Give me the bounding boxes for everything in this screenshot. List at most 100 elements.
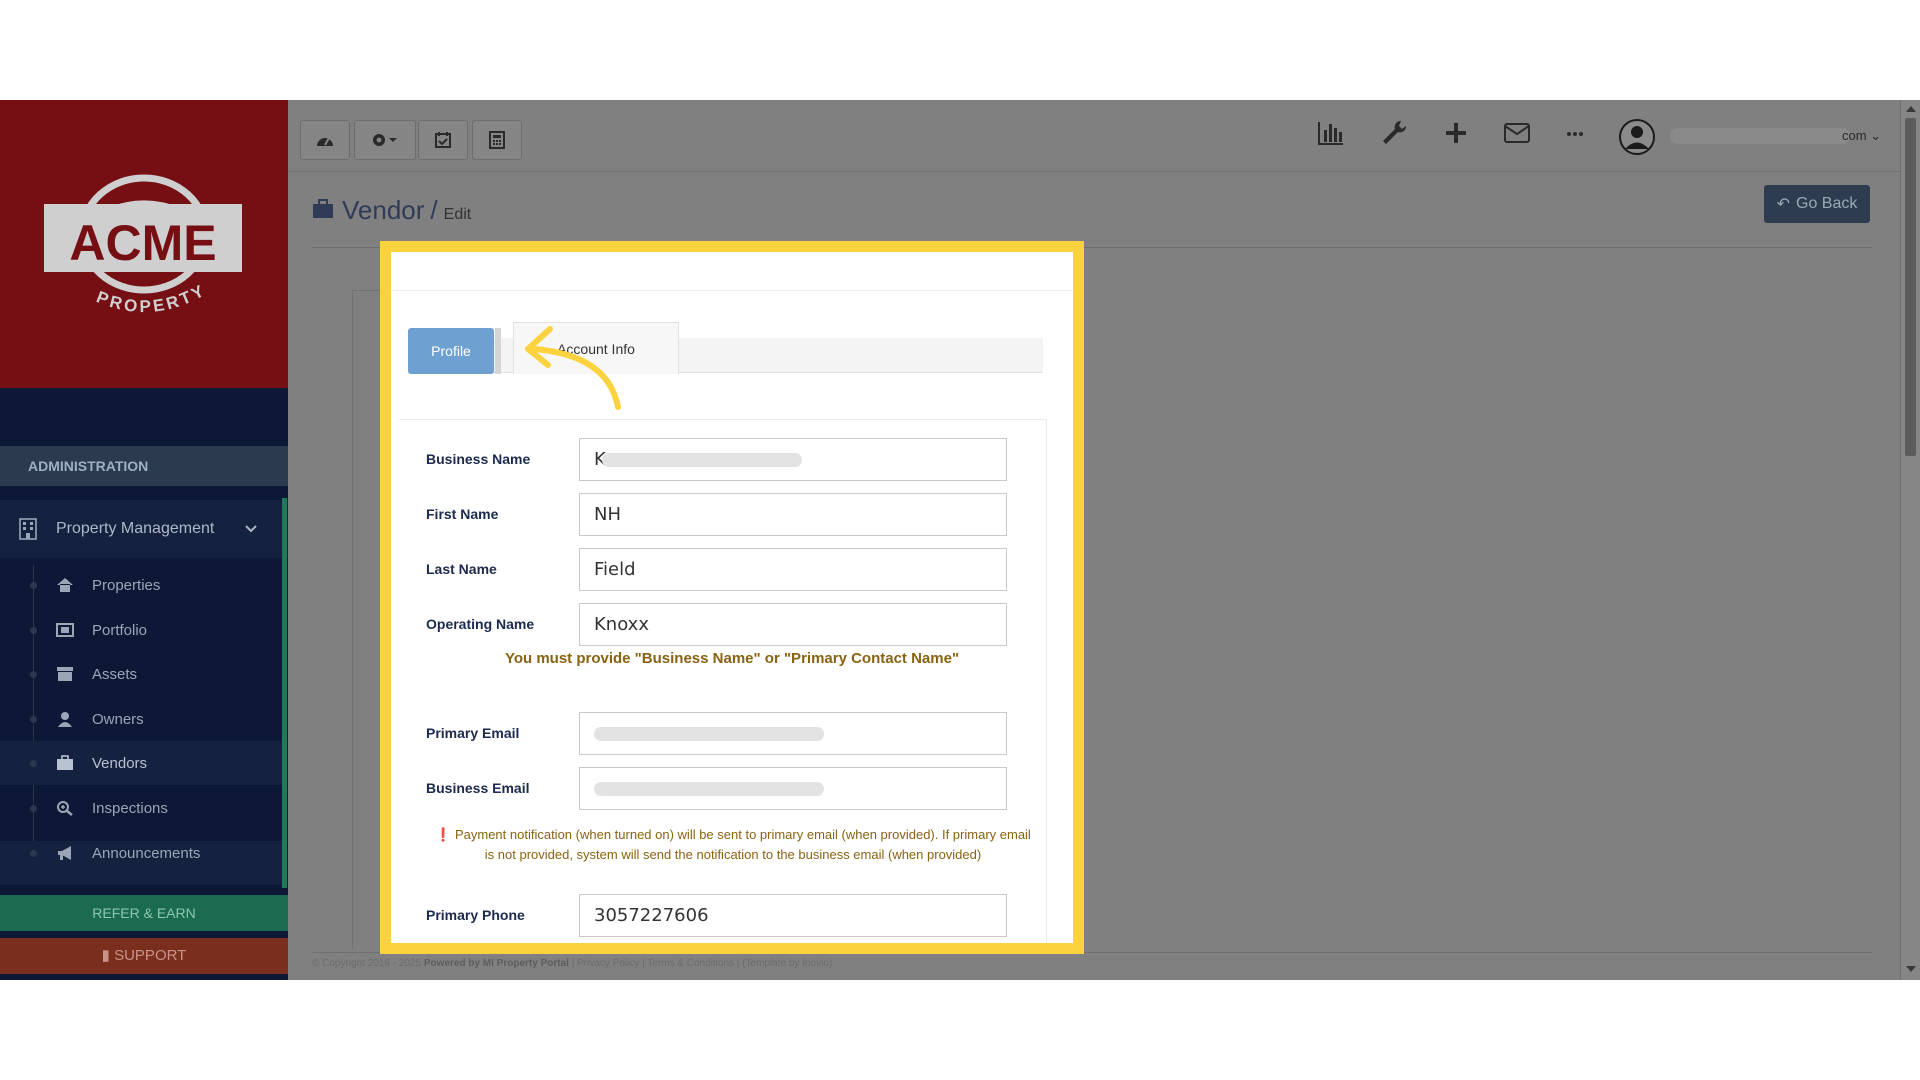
- footer-tail: (Template by Inovio): [742, 958, 833, 969]
- sidebar-item-label: Inspections: [92, 799, 168, 817]
- last-name-input[interactable]: Field: [579, 548, 1007, 591]
- scroll-up-arrow[interactable]: [1906, 106, 1916, 112]
- avatar[interactable]: [1618, 118, 1656, 156]
- required-note: You must provide "Business Name" or "Pri…: [504, 650, 960, 667]
- briefcase-icon: [57, 755, 73, 770]
- sidebar-item-label: Assets: [92, 665, 138, 683]
- reply-icon: ↶: [1776, 196, 1791, 213]
- sidebar-group-property-management[interactable]: Property Management: [0, 500, 288, 558]
- sidebar-item-label: Vendors: [92, 754, 148, 772]
- last-name-label: Last Name: [426, 561, 497, 577]
- support-label: SUPPORT: [114, 947, 187, 964]
- user-name-redacted[interactable]: [1670, 128, 1850, 144]
- app-frame: ACME PROPERTY ADMINISTRATION Property Ma…: [0, 100, 1920, 980]
- primary-email-input[interactable]: [579, 712, 1007, 755]
- business-email-label: Business Email: [426, 780, 530, 796]
- nav-dot: [30, 804, 37, 812]
- building-icon: [19, 518, 37, 540]
- sidebar-item-properties[interactable]: Properties: [0, 563, 282, 607]
- highlight-frame: Profile Account Info Business Name K Fir…: [380, 241, 1084, 954]
- calendar-check-icon: [435, 132, 451, 148]
- settings-dropdown-button[interactable]: [354, 120, 416, 160]
- nav-dot: [30, 670, 37, 678]
- scroll-thumb[interactable]: [1905, 118, 1916, 456]
- sidebar: ACME PROPERTY ADMINISTRATION Property Ma…: [0, 100, 288, 980]
- page-title: Vendor / Edit: [312, 195, 471, 226]
- sidebar-item-portfolio[interactable]: Portfolio: [0, 608, 282, 652]
- chevron-down-icon[interactable]: [244, 522, 258, 536]
- primary-phone-input[interactable]: 3057227606: [579, 894, 1007, 937]
- redacted-value: [594, 727, 824, 741]
- home-icon: [57, 578, 73, 592]
- go-back-label: Go Back: [1796, 195, 1858, 212]
- wrench-icon[interactable]: [1379, 118, 1409, 148]
- primary-phone-label: Primary Phone: [426, 907, 525, 923]
- scroll-down-arrow[interactable]: [1906, 966, 1916, 972]
- top-toolbar: com ⌄: [288, 100, 1920, 172]
- operating-name-input[interactable]: Knoxx: [579, 603, 1007, 646]
- logo-text: ACME: [69, 215, 216, 271]
- ellipsis-icon[interactable]: [1560, 118, 1590, 148]
- vendor-form-card: Profile Account Info Business Name K Fir…: [391, 252, 1073, 943]
- business-name-input[interactable]: K: [579, 438, 1007, 481]
- go-back-button[interactable]: ↶ Go Back: [1764, 185, 1870, 223]
- redacted-value: [594, 782, 824, 796]
- gear-icon: [373, 134, 397, 146]
- calculator-icon: [489, 131, 505, 149]
- footer-powered[interactable]: Powered by MI Property Portal: [424, 958, 569, 969]
- business-name-label: Business Name: [426, 451, 531, 467]
- payment-note-text: Payment notification (when turned on) wi…: [454, 827, 1031, 862]
- business-email-input[interactable]: [579, 767, 1007, 810]
- nav-dot: [30, 581, 37, 589]
- first-name-input[interactable]: NH: [579, 493, 1007, 536]
- payment-note: ❗ Payment notification (when turned on) …: [435, 825, 1031, 865]
- calendar-button[interactable]: [418, 120, 468, 160]
- sidebar-item-inspections[interactable]: Inspections: [0, 786, 282, 830]
- calculator-button[interactable]: [472, 120, 522, 160]
- plus-icon[interactable]: [1441, 118, 1471, 148]
- sidebar-item-label: Owners: [92, 710, 144, 728]
- card-divider: [391, 290, 1073, 291]
- nav-dot: [30, 849, 37, 857]
- footer-links[interactable]: | Privacy Policy | Terms & Conditions |: [572, 958, 740, 969]
- portfolio-icon: [56, 623, 74, 637]
- redacted-value: [602, 453, 802, 467]
- bar-chart-icon[interactable]: [1316, 118, 1346, 148]
- page-subtitle: Edit: [443, 206, 472, 223]
- sidebar-item-assets[interactable]: Assets: [0, 652, 282, 696]
- sidebar-item-label: Properties: [92, 576, 161, 594]
- refer-earn-button[interactable]: REFER & EARN: [0, 895, 288, 931]
- info-circle-icon: ❗: [435, 827, 452, 842]
- support-button[interactable]: ▮ SUPPORT: [0, 938, 288, 974]
- nav-dot: [30, 715, 37, 723]
- archive-icon: [57, 667, 73, 681]
- user-icon: [58, 712, 72, 727]
- section-header: ADMINISTRATION: [0, 446, 288, 486]
- operating-name-label: Operating Name: [426, 616, 535, 632]
- tab-strip: [417, 338, 1043, 373]
- logo-area: ACME PROPERTY: [0, 100, 288, 388]
- tab-edge: [495, 328, 501, 374]
- user-suffix-text: com: [1842, 128, 1867, 143]
- dashboard-button[interactable]: [300, 120, 350, 160]
- sidebar-item-announcements[interactable]: Announcements: [0, 831, 282, 875]
- acme-logo: ACME PROPERTY: [44, 174, 242, 316]
- sidebar-item-label: Portfolio: [92, 621, 148, 639]
- envelope-icon[interactable]: [1502, 118, 1532, 148]
- sidebar-group-label: Property Management: [56, 520, 215, 537]
- dashboard-icon: [317, 137, 333, 146]
- nav-dot: [30, 759, 37, 767]
- briefcase-icon: [313, 199, 333, 218]
- arrow-annotation-icon: [525, 326, 621, 410]
- active-indicator: [282, 498, 287, 888]
- search-plus-icon: [57, 801, 73, 816]
- primary-email-label: Primary Email: [426, 725, 520, 741]
- first-name-label: First Name: [426, 506, 499, 522]
- scrollbar[interactable]: [1900, 100, 1920, 980]
- tab-profile[interactable]: Profile: [408, 328, 494, 374]
- sidebar-item-owners[interactable]: Owners: [0, 697, 282, 741]
- sidebar-item-label: Announcements: [92, 844, 201, 862]
- book-icon: ▮: [101, 947, 110, 964]
- user-menu-label[interactable]: com ⌄: [1842, 128, 1881, 144]
- sidebar-item-vendors[interactable]: Vendors: [0, 741, 282, 785]
